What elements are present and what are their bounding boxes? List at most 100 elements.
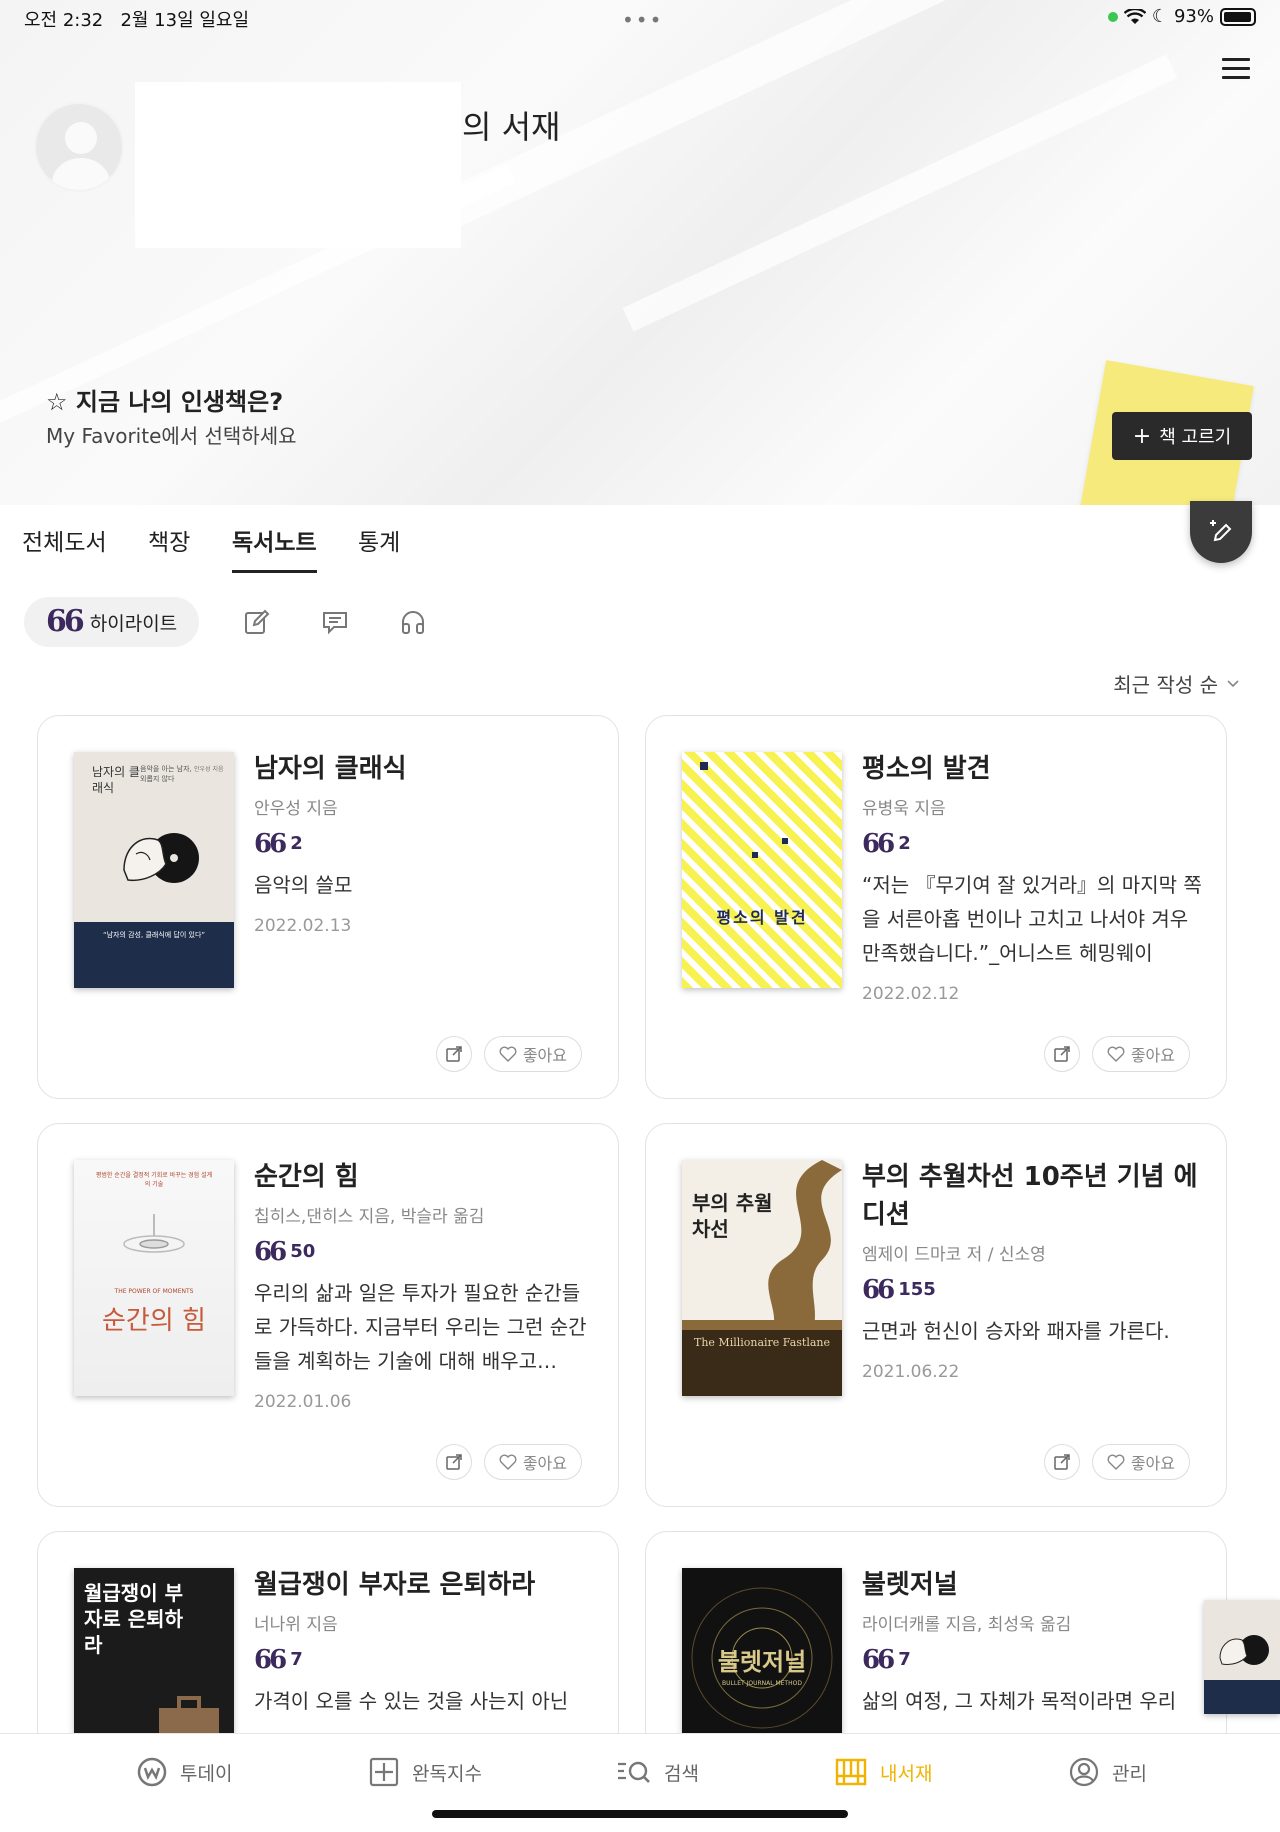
review-filter[interactable] [315, 602, 355, 642]
book-author: 칩히스,댄히스 지음, 박슬라 옮김 [254, 1207, 485, 1227]
write-note-button[interactable] [1190, 501, 1252, 563]
like-label: 좋아요 [522, 1046, 567, 1065]
avatar[interactable] [34, 102, 124, 192]
heart-icon [499, 1454, 517, 1470]
battery-icon [1220, 7, 1256, 26]
library-title: 의 서재 [462, 108, 561, 146]
home-indicator [432, 1810, 848, 1818]
hamburger-menu-icon[interactable] [1222, 58, 1250, 80]
status-time: 오전 2:32 [24, 10, 104, 31]
bookshelf-icon [835, 1758, 867, 1786]
quote-icon: 66 [862, 1644, 895, 1675]
note-card[interactable]: 남자의 클래식 음악을 아는 남자, 외롭지 않다 안우성 지음 “남자의 감성… [37, 715, 619, 1099]
cover-title: 남자의 클래식 [92, 765, 140, 795]
profile-hero: 의 서재 ☆ 지금 나의 인생책은? My Favorite에서 선택하세요 +… [0, 0, 1280, 505]
cover-title: 평소의 발견 [716, 908, 808, 927]
book-author: 너나위 지음 [254, 1615, 338, 1635]
like-button[interactable]: 좋아요 [483, 1036, 582, 1072]
memo-filter[interactable] [237, 602, 277, 642]
nav-my-library[interactable]: 내서재 [834, 1756, 932, 1788]
highlight-count: 66 7 [254, 1647, 594, 1673]
nav-my-library-label: 내서재 [880, 1762, 933, 1785]
like-button[interactable]: 좋아요 [483, 1444, 582, 1480]
highlight-text[interactable]: 근면과 헌신이 승자와 패자를 가른다. [862, 1314, 1202, 1348]
quote-icon: 66 [254, 1236, 287, 1267]
share-button[interactable] [1043, 1444, 1080, 1480]
like-label: 좋아요 [1130, 1046, 1175, 1065]
note-card[interactable]: 부의 추월차선 The Millionaire Fastlane 부의 추월차선… [645, 1123, 1227, 1507]
audio-filter[interactable] [393, 602, 433, 642]
note-card[interactable]: 평범한 순간을 결정적 기회로 바꾸는 경험 설계의 기술 THE POWER … [37, 1123, 619, 1507]
book-title[interactable]: 부의 추월차선 10주년 기념 에디션 [862, 1158, 1202, 1234]
book-author: 안우성 지음 [254, 799, 338, 819]
book-title[interactable]: 평소의 발견 [862, 750, 1202, 788]
highlight-count-value: 155 [898, 1279, 936, 1300]
cover-title: 월급쟁이 부자로 은퇴하라 [84, 1581, 183, 1657]
cover-title: 부의 추월차선 [692, 1191, 773, 1241]
share-icon [446, 1454, 462, 1470]
multitask-dots-icon[interactable]: ••• [622, 8, 663, 32]
book-title[interactable]: 월급쟁이 부자로 은퇴하라 [254, 1566, 594, 1604]
plus-box-icon [369, 1757, 399, 1787]
highlight-count-value: 7 [290, 1649, 303, 1670]
highlight-filter[interactable]: 66 하이라이트 [24, 597, 200, 647]
share-icon [1054, 1454, 1070, 1470]
heart-icon [1107, 1454, 1125, 1470]
note-date: 2021.06.22 [862, 1362, 960, 1382]
moon-icon: ☾ [1151, 6, 1168, 27]
book-cover[interactable]: 부의 추월차선 The Millionaire Fastlane [682, 1160, 842, 1396]
note-date: 2022.02.13 [254, 916, 352, 936]
tab-all-books[interactable]: 전체도서 [22, 523, 107, 557]
share-button[interactable] [1043, 1036, 1080, 1072]
nav-completion-index-label: 완독지수 [412, 1762, 482, 1785]
like-label: 좋아요 [1130, 1454, 1175, 1473]
book-cover[interactable]: 남자의 클래식 음악을 아는 남자, 외롭지 않다 안우성 지음 “남자의 감성… [74, 752, 234, 988]
cover-band-text: “남자의 감성, 클래식에 답이 있다” [102, 931, 206, 939]
highlight-count: 66 50 [254, 1236, 594, 1267]
cover-subtitle: 평범한 순간을 결정적 기회로 바꾸는 경험 설계의 기술 [95, 1172, 213, 1188]
nav-search[interactable]: 검색 [616, 1756, 699, 1788]
wifi-icon [1123, 8, 1146, 24]
book-cover[interactable]: 평소의 발견 [682, 752, 842, 988]
tab-reading-notes[interactable]: 독서노트 [232, 523, 317, 557]
nav-manage[interactable]: 관리 [1068, 1756, 1147, 1788]
highlight-text[interactable]: “저는 『무기여 잘 있거라』의 마지막 쪽을 서른아홉 번이나 고치고 나서야… [862, 868, 1202, 970]
comment-icon [323, 612, 348, 635]
chevron-down-icon [1227, 679, 1239, 687]
book-title[interactable]: 불렛저널 [862, 1566, 1202, 1604]
status-bar: 오전 2:32 2월 13일 일요일 ••• ☾ 93% [0, 0, 1280, 40]
pen-plus-icon [1210, 520, 1232, 542]
favorite-subtitle: My Favorite에서 선택하세요 [46, 424, 297, 448]
nav-completion-index[interactable]: 완독지수 [368, 1756, 482, 1788]
like-button[interactable]: 좋아요 [1091, 1036, 1190, 1072]
highlight-text[interactable]: 음악의 쓸모 [254, 868, 594, 902]
book-title[interactable]: 순간의 힘 [254, 1158, 594, 1196]
highlight-count-value: 7 [898, 1649, 911, 1670]
nav-today[interactable]: 투데이 [136, 1756, 232, 1788]
note-card[interactable]: 평소의 발견 평소의 발견 유병욱 지음 66 2 “저는 『무기여 잘 있거라』… [645, 715, 1227, 1099]
highlight-count: 66 2 [254, 831, 594, 857]
share-button[interactable] [435, 1036, 472, 1072]
highlight-text[interactable]: 우리의 삶과 일은 투자가 필요한 순간들로 가득하다. 지금부터 우리는 그런… [254, 1276, 594, 1378]
book-cover[interactable]: 평범한 순간을 결정적 기회로 바꾸는 경험 설계의 기술 THE POWER … [74, 1160, 234, 1396]
floating-book-thumbnail[interactable] [1204, 1600, 1280, 1714]
note-filter-bar: 66 하이라이트 [24, 597, 433, 647]
sort-dropdown[interactable]: 최근 작성 순 [1113, 669, 1240, 698]
battery-percent: 93% [1173, 6, 1214, 27]
like-button[interactable]: 좋아요 [1091, 1444, 1190, 1480]
edit-icon [245, 609, 270, 634]
highlight-text[interactable]: 삶의 여정, 그 자체가 목적이라면 우리 [862, 1684, 1202, 1718]
tab-stats[interactable]: 통계 [358, 523, 400, 557]
tab-bookshelf[interactable]: 책장 [148, 523, 190, 557]
book-author: 유병욱 지음 [862, 799, 946, 819]
nav-today-label: 투데이 [180, 1762, 233, 1785]
share-button[interactable] [435, 1444, 472, 1480]
highlight-count-value: 50 [290, 1241, 316, 1262]
highlight-text[interactable]: 가격이 오를 수 있는 것을 사는지 아닌 [254, 1684, 594, 1718]
tab-bar: 전체도서 책장 독서노트 통계 [0, 501, 1280, 575]
pick-book-button[interactable]: + 책 고르기 [1112, 412, 1252, 460]
highlight-count: 66 2 [862, 831, 1202, 857]
quote-icon: 66 [862, 1274, 895, 1305]
book-title[interactable]: 남자의 클래식 [254, 750, 594, 788]
cover-english-title: The Millionaire Fastlane [694, 1336, 830, 1349]
